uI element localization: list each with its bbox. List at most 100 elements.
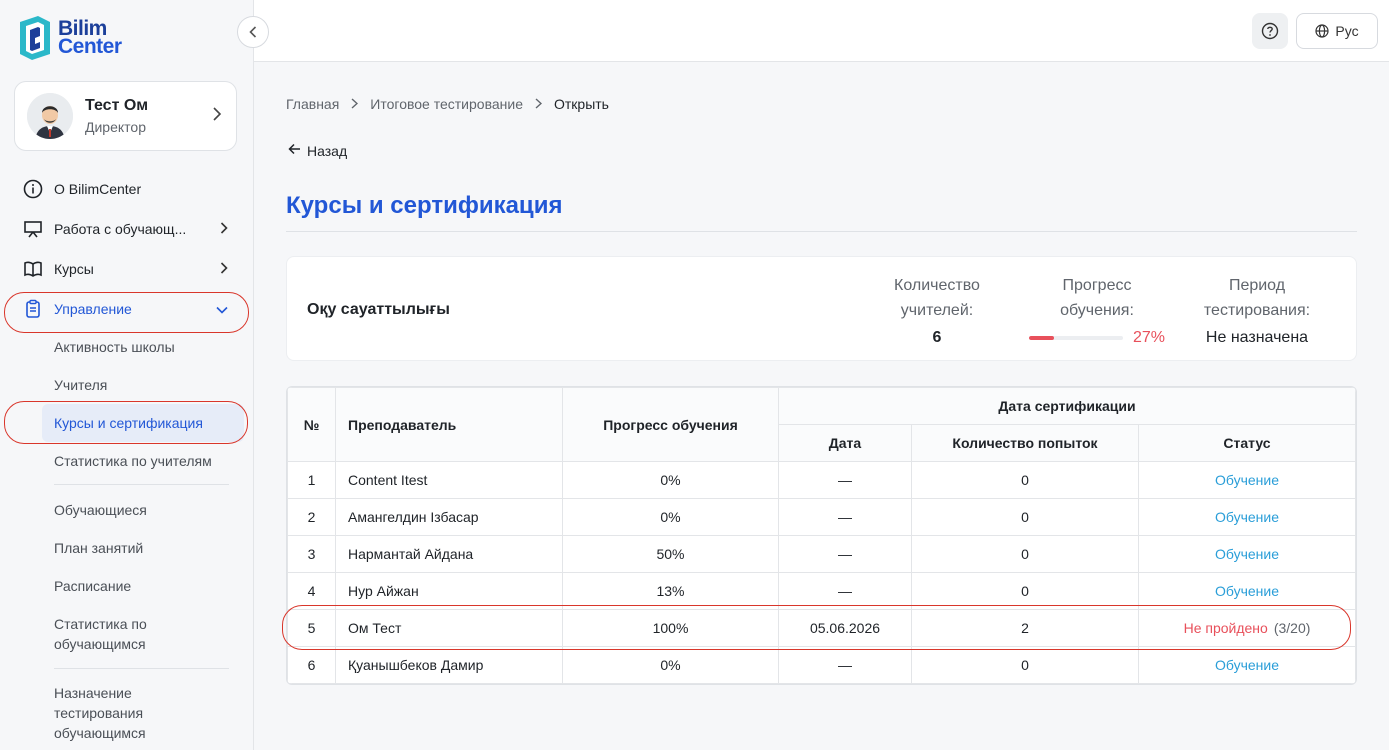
sidebar-sub-courses[interactable]: Курсы и сертификация — [42, 404, 244, 442]
sidebar-sub-plan[interactable]: План занятий — [42, 538, 244, 558]
chevron-right-icon — [220, 221, 228, 237]
sidebar-sub-teachers[interactable]: Учителя — [42, 375, 244, 395]
sidebar-item-label: Курсы — [54, 261, 94, 277]
stat-period: Период тестирования: Не назначена — [1187, 273, 1327, 350]
back-button[interactable]: Назад — [288, 142, 347, 159]
cell-num: 3 — [287, 535, 336, 573]
profile-card[interactable]: Тест Ом Директор — [14, 81, 237, 151]
help-button[interactable] — [1252, 13, 1288, 49]
language-label: Рус — [1335, 23, 1359, 39]
status-link[interactable]: Обучение — [1215, 509, 1279, 525]
status-link[interactable]: Обучение — [1215, 583, 1279, 599]
cell-teacher: Нармантай Айдана — [335, 535, 563, 573]
stat-teachers-value: 6 — [932, 329, 942, 346]
language-selector[interactable]: Рус — [1296, 13, 1378, 49]
cell-progress: 50% — [562, 535, 779, 573]
table-row: 4 Нур Айжан 13% —0 Обучение — [287, 572, 1356, 610]
stat-teachers-label: Количество учителей: — [894, 277, 980, 319]
table-row: 3 Нармантай Айдана 50% —0 Обучение — [287, 535, 1356, 573]
sidebar-item-label: Управление — [54, 301, 132, 317]
progress-bar-fill — [1028, 335, 1055, 340]
progress-bar — [1028, 335, 1123, 340]
presentation-icon — [22, 218, 44, 240]
cell-date: — — [778, 461, 912, 499]
profile-name: Тест Ом — [85, 97, 149, 114]
stat-period-label: Период тестирования: — [1203, 277, 1311, 319]
arrow-left-icon — [288, 142, 301, 159]
avatar-image-icon — [27, 93, 73, 139]
title-divider — [286, 231, 1357, 232]
page-title: Курсы и сертификация — [286, 192, 563, 219]
table-row: 2 Амангелдин Ізбасар 0% —0 Обучение — [287, 498, 1356, 536]
info-icon — [22, 178, 44, 200]
sidebar-sub-assign-test[interactable]: Назначение тестирования обучающимся — [42, 683, 172, 743]
col-attempts: Количество попыток — [911, 424, 1139, 462]
breadcrumb-current: Открыть — [553, 96, 609, 112]
status-link[interactable]: Обучение — [1215, 546, 1279, 562]
sidebar-item-management[interactable]: Управление — [14, 290, 238, 328]
cell-num: 5 — [287, 609, 336, 647]
breadcrumb-home[interactable]: Главная — [286, 96, 339, 112]
chevron-right-icon — [212, 106, 222, 126]
status-link[interactable]: Не пройдено — [1184, 620, 1268, 636]
sidebar-sub-student-stats[interactable]: Статистика по обучающимся — [42, 614, 172, 654]
sidebar-item-courses[interactable]: Курсы — [14, 250, 238, 288]
cell-attempts: 0 — [911, 461, 1139, 499]
profile-role: Директор — [85, 119, 146, 135]
sidebar-divider — [54, 484, 229, 485]
chevron-right-icon — [351, 96, 359, 112]
logo-mark-icon — [20, 16, 50, 60]
help-icon — [1261, 22, 1279, 40]
col-status: Статус — [1138, 424, 1356, 462]
sidebar-sub-students[interactable]: Обучающиеся — [42, 500, 244, 520]
status-link[interactable]: Обучение — [1215, 472, 1279, 488]
stat-progress-label: Прогресс обучения: — [1060, 277, 1134, 319]
cell-teacher: Амангелдин Ізбасар — [335, 498, 563, 536]
table-row: 5 Ом Тест 100% 05.06.2026 2 Не пройдено (3/20) — [287, 609, 1356, 647]
cell-progress: 100% — [562, 609, 779, 647]
stat-progress-value: 27% — [1132, 329, 1166, 346]
status-attempts-ratio: (3/20) — [1273, 620, 1311, 636]
table-row: 6 Қуанышбеков Дамир 0% —0 Обучение — [287, 646, 1356, 684]
cell-date: 05.06.2026 — [778, 609, 912, 647]
sidebar-sub-activity[interactable]: Активность школы — [42, 337, 244, 357]
sidebar: Bilim Center Тест Ом Директор О BilimCen… — [0, 0, 254, 750]
col-date: Дата — [778, 424, 912, 462]
cell-num: 4 — [287, 572, 336, 610]
book-icon — [22, 258, 44, 280]
sidebar-item-students-work[interactable]: Работа с обучающ... — [14, 210, 238, 248]
cell-teacher: Content Itest — [335, 461, 563, 499]
chevron-right-icon — [220, 261, 228, 277]
cell-status: Обучение — [1138, 498, 1356, 536]
cell-progress: 0% — [562, 646, 779, 684]
globe-icon — [1315, 24, 1330, 38]
cell-status: Обучение — [1138, 535, 1356, 573]
logo-line2: Center — [58, 35, 122, 58]
sidebar-divider — [54, 668, 229, 669]
breadcrumb-section[interactable]: Итоговое тестирование — [370, 96, 523, 112]
col-group-certification: Дата сертификации — [778, 387, 1356, 425]
cell-attempts: 0 — [911, 535, 1139, 573]
sidebar-sub-teacher-stats[interactable]: Статистика по учителям — [42, 451, 244, 471]
cell-date: — — [778, 572, 912, 610]
chevron-right-icon — [535, 96, 543, 112]
cell-teacher: Нур Айжан — [335, 572, 563, 610]
cell-date: — — [778, 535, 912, 573]
collapse-sidebar-button[interactable] — [237, 16, 269, 48]
sidebar-item-label: Работа с обучающ... — [54, 221, 187, 237]
cell-progress: 13% — [562, 572, 779, 610]
cell-status: Не пройдено (3/20) — [1138, 609, 1356, 647]
sidebar-sub-schedule[interactable]: Расписание — [42, 576, 244, 596]
cell-attempts: 0 — [911, 572, 1139, 610]
cell-teacher: Қуанышбеков Дамир — [335, 646, 563, 684]
status-link[interactable]: Обучение — [1215, 657, 1279, 673]
col-progress: Прогресс обучения — [562, 387, 779, 462]
col-teacher: Преподаватель — [335, 387, 563, 462]
logo[interactable]: Bilim Center — [16, 14, 122, 62]
back-label: Назад — [307, 142, 348, 159]
sidebar-item-label: О BilimCenter — [54, 181, 142, 197]
cell-date: — — [778, 498, 912, 536]
cell-status: Обучение — [1138, 646, 1356, 684]
sidebar-item-about[interactable]: О BilimCenter — [14, 170, 238, 208]
cell-attempts: 0 — [911, 498, 1139, 536]
